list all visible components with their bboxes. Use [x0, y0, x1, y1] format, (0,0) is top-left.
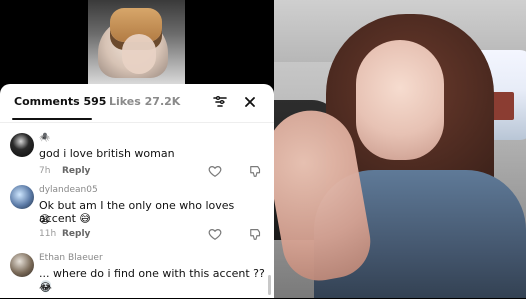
heart-outline-icon [208, 166, 222, 177]
comment-time: 7h [39, 166, 51, 176]
comment-text-line2: 😂 [39, 281, 52, 294]
avatar[interactable] [10, 185, 34, 209]
like-button[interactable] [208, 164, 222, 178]
active-tab-underline [12, 118, 92, 120]
reply-button[interactable]: Reply [62, 229, 90, 239]
reply-button[interactable]: Reply [62, 166, 90, 176]
comment-username[interactable]: 🕷️ [39, 133, 50, 143]
dislike-button[interactable] [249, 164, 263, 178]
comment-item: dylandean05 Ok but am I the only one who… [0, 183, 274, 243]
comments-list[interactable]: 🕷️ god i love british woman 7h Reply dyl… [0, 123, 274, 299]
right-video-area [274, 0, 526, 298]
comment-item: 🕷️ god i love british woman 7h Reply [0, 131, 274, 183]
comment-text: ... where do i find one with this accent… [39, 267, 265, 293]
dislike-button[interactable] [249, 227, 263, 241]
comment-username[interactable]: dylandean05 [39, 185, 98, 195]
comment-text: Ok but am I the only one who loves accen… [39, 199, 235, 225]
close-icon [245, 97, 255, 107]
avatar[interactable] [10, 133, 34, 157]
heart-outline-icon [208, 229, 222, 240]
thumbs-down-icon [250, 166, 261, 177]
comments-panel: Comments 595 Likes 27.2K 🕷️ god i love b… [0, 84, 274, 298]
person-face [356, 40, 444, 160]
filter-button[interactable] [211, 93, 229, 111]
close-button[interactable] [241, 93, 259, 111]
filter-icon [213, 95, 227, 107]
thumbs-down-icon [250, 229, 261, 240]
comment-item: Ethan Blaeuer ... where do i find one wi… [0, 251, 274, 299]
scrollbar-thumb[interactable] [268, 275, 271, 295]
tab-likes[interactable]: Likes 27.2K [109, 95, 180, 109]
comment-time: 11h [39, 229, 57, 239]
video-thumbnail [88, 0, 185, 84]
comment-text: god i love british woman [39, 147, 175, 160]
like-button[interactable] [208, 227, 222, 241]
thumbnail-hand [122, 34, 156, 74]
avatar[interactable] [10, 253, 34, 277]
tab-comments[interactable]: Comments 595 [14, 95, 106, 109]
comment-username[interactable]: Ethan Blaeuer [39, 253, 103, 263]
comment-text-line2: 😩 [39, 213, 51, 226]
comments-tabs: Comments 595 Likes 27.2K [0, 84, 274, 123]
left-video-area: Comments 595 Likes 27.2K 🕷️ god i love b… [0, 0, 274, 298]
